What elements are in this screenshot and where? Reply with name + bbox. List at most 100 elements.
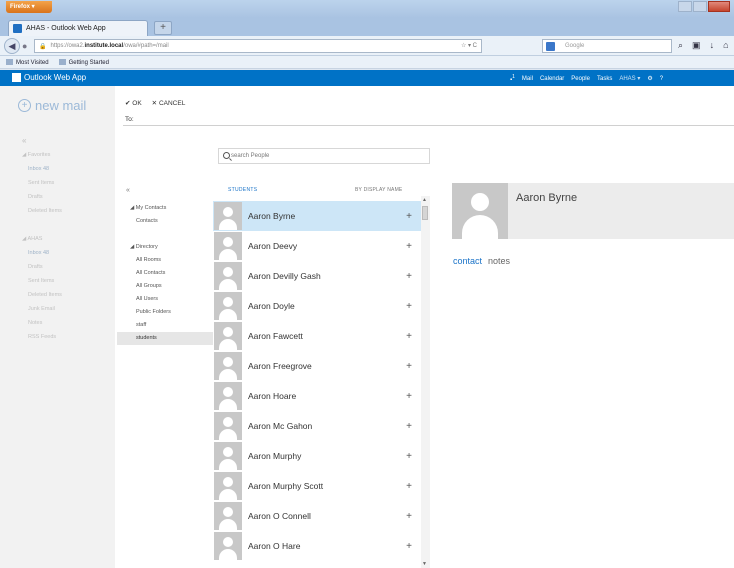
people-search-input[interactable]: search People [218, 148, 430, 164]
tab-notes[interactable]: notes [488, 256, 510, 266]
person-row[interactable]: Aaron Murphy + [213, 441, 421, 471]
avatar-head [471, 193, 489, 211]
tree-item-contacts[interactable]: Contacts [117, 215, 213, 228]
person-row[interactable]: Aaron O Connell + [213, 501, 421, 531]
tree-group-my-contacts[interactable]: ◢ My Contacts [117, 202, 213, 215]
cancel-button[interactable]: ✕ CANCEL [152, 99, 186, 107]
tab-contact[interactable]: contact [453, 256, 482, 266]
help-icon[interactable]: ? [660, 76, 663, 82]
url-bar[interactable]: 🔒 https://owa2.institute.local/owa/#path… [34, 39, 482, 53]
search-bar[interactable]: Google [542, 39, 672, 53]
contact-name: Aaron Byrne [516, 192, 578, 204]
maximize-button[interactable] [693, 1, 707, 12]
folder-item[interactable]: Inbox 48 [28, 166, 62, 180]
add-person-icon[interactable]: + [403, 481, 415, 492]
to-field-label[interactable]: To: [125, 116, 134, 123]
folder-item[interactable]: Sent Items [28, 278, 62, 292]
folder-item[interactable]: Junk Email [28, 306, 62, 320]
folder-group-account[interactable]: ◢ AHAS [22, 236, 62, 250]
owa-brand[interactable]: Outlook Web App [12, 73, 86, 82]
lock-icon: 🔒 [39, 44, 47, 50]
avatar-head [223, 327, 233, 337]
suite-link-mail[interactable]: Mail [522, 76, 533, 82]
folder-item[interactable]: Notes [28, 320, 62, 334]
add-person-icon[interactable]: + [403, 211, 415, 222]
search-go-icon[interactable]: ⌕ [678, 40, 683, 51]
folder-item[interactable]: Drafts [28, 264, 62, 278]
folder-item[interactable]: RSS Feeds [28, 334, 62, 348]
person-row[interactable]: Aaron Byrne + [213, 201, 421, 231]
tree-item-students[interactable]: students [117, 332, 213, 345]
people-list-scrollbar[interactable]: ▲ ▼ [421, 196, 430, 568]
suite-link-calendar[interactable]: Calendar [540, 76, 564, 82]
tree-item-all-groups[interactable]: All Groups [117, 280, 213, 293]
person-row[interactable]: Aaron Devilly Gash + [213, 261, 421, 291]
person-row[interactable]: Aaron Hoare + [213, 381, 421, 411]
notification-indicator[interactable]: ▪1 [510, 74, 515, 83]
firefox-menu-button[interactable]: Firefox ▾ [6, 1, 52, 13]
close-window-button[interactable] [708, 1, 730, 12]
folder-list: ◢ Favorites Inbox 48 Sent Items Drafts D… [22, 152, 62, 348]
folder-item[interactable]: Inbox 48 [28, 250, 62, 264]
new-mail-button[interactable]: + new mail [18, 98, 86, 113]
person-row[interactable]: Aaron Freegrove + [213, 351, 421, 381]
scroll-thumb[interactable] [422, 206, 428, 220]
bookmark-most-visited[interactable]: Most Visited [6, 59, 49, 66]
user-menu[interactable]: AHAS ▾ [619, 75, 640, 82]
person-row[interactable]: Aaron Deevy + [213, 231, 421, 261]
tree-item-all-contacts[interactable]: All Contacts [117, 267, 213, 280]
add-person-icon[interactable]: + [403, 241, 415, 252]
tree-item-all-users[interactable]: All Users [117, 293, 213, 306]
collapse-address-book-icon[interactable]: « [126, 187, 130, 194]
bookmarks-menu-icon[interactable]: ▣ [692, 40, 701, 51]
new-tab-button[interactable]: + [154, 21, 172, 35]
add-person-icon[interactable]: + [403, 391, 415, 402]
bookmark-getting-started[interactable]: Getting Started [58, 59, 109, 66]
info-icon[interactable]: ● [22, 41, 27, 51]
tree-group-directory[interactable]: ◢ Directory [117, 241, 213, 254]
sort-by-button[interactable]: BY DISPLAY NAME [355, 187, 402, 193]
download-icon[interactable]: ↓ [710, 40, 715, 51]
add-person-icon[interactable]: + [403, 511, 415, 522]
tree-item-staff[interactable]: staff [117, 319, 213, 332]
add-person-icon[interactable]: + [403, 361, 415, 372]
collapse-folder-pane-icon[interactable]: « [22, 136, 26, 145]
person-row[interactable]: Aaron Fawcett + [213, 321, 421, 351]
person-name: Aaron Mc Gahon [248, 421, 313, 431]
person-row[interactable]: Aaron Doyle + [213, 291, 421, 321]
scroll-down-icon[interactable]: ▼ [422, 561, 427, 567]
folder-item[interactable]: Sent Items [28, 180, 62, 194]
add-person-icon[interactable]: + [403, 331, 415, 342]
add-person-icon[interactable]: + [403, 301, 415, 312]
ok-button[interactable]: ✔ OK [125, 99, 142, 107]
folder-group-label: AHAS [27, 236, 43, 242]
minimize-button[interactable] [678, 1, 692, 12]
suite-link-tasks[interactable]: Tasks [597, 76, 612, 82]
person-row[interactable]: Aaron O Hare + [213, 531, 421, 561]
scroll-up-icon[interactable]: ▲ [422, 197, 427, 203]
settings-gear-icon[interactable]: ⚙ [647, 75, 652, 82]
home-icon[interactable]: ⌂ [723, 40, 728, 51]
avatar-head [223, 267, 233, 277]
url-path: /owa/#path=/mail [123, 43, 169, 49]
person-row[interactable]: Aaron Murphy Scott + [213, 471, 421, 501]
add-person-icon[interactable]: + [403, 271, 415, 282]
avatar-head [223, 447, 233, 457]
folder-item[interactable]: Deleted Items [28, 292, 62, 306]
reload-icon[interactable]: ☆ ▾ C [461, 42, 477, 49]
tree-item-public-folders[interactable]: Public Folders [117, 306, 213, 319]
folder-item[interactable]: Deleted Items [28, 208, 62, 222]
tree-group-label: My Contacts [135, 205, 167, 211]
person-name: Aaron O Hare [248, 541, 301, 551]
add-person-icon[interactable]: + [403, 421, 415, 432]
suite-link-people[interactable]: People [571, 76, 590, 82]
back-arrow-icon[interactable]: ◀ [4, 38, 20, 54]
add-person-icon[interactable]: + [403, 451, 415, 462]
folder-item[interactable]: Drafts [28, 194, 62, 208]
person-row[interactable]: Aaron Mc Gahon + [213, 411, 421, 441]
tree-item-all-rooms[interactable]: All Rooms [117, 254, 213, 267]
add-person-icon[interactable]: + [403, 541, 415, 552]
browser-tab[interactable]: AHAS - Outlook Web App [8, 20, 148, 36]
folder-group-favorites[interactable]: ◢ Favorites [22, 152, 62, 166]
